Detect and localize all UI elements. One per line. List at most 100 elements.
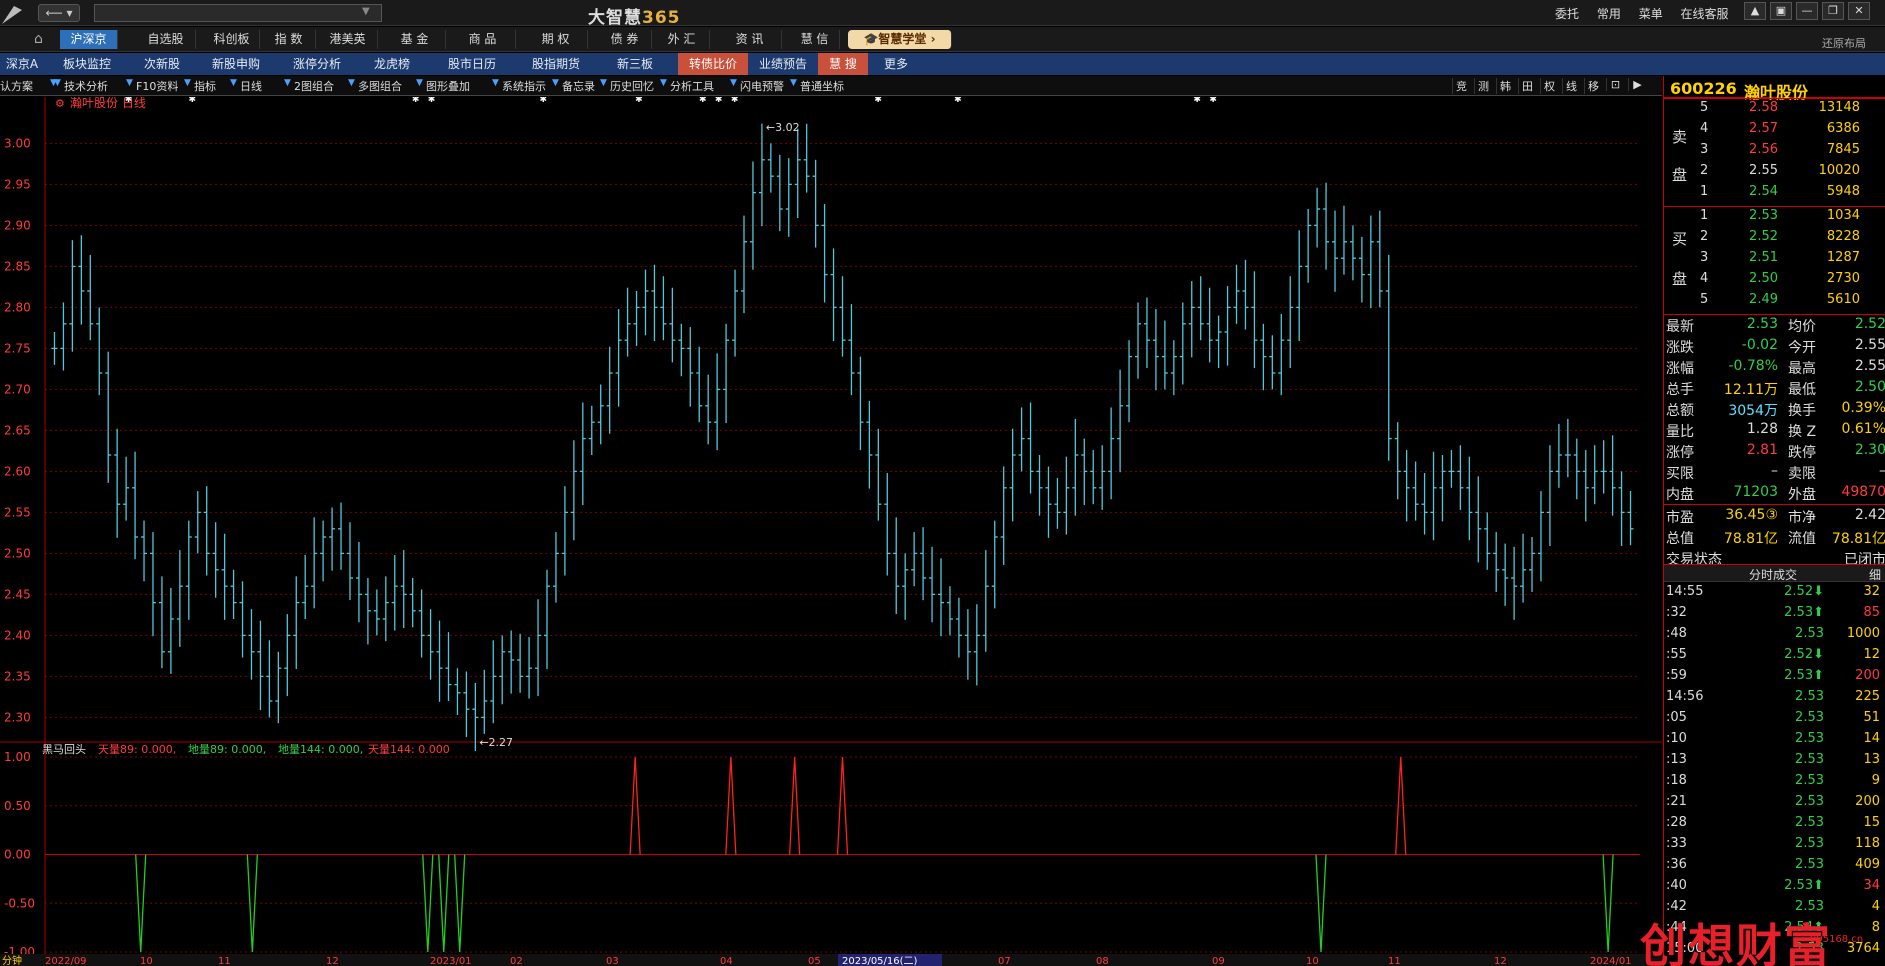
sub-tab[interactable]: 新三板 (604, 53, 666, 75)
dropdown-arrow-icon[interactable]: ▼ (184, 78, 191, 88)
tick-row[interactable]: :33 2.53 118 (1664, 836, 1885, 857)
event-marker-icon[interactable]: ✱ (874, 97, 882, 105)
toolbar-item[interactable]: 备忘录 (562, 78, 595, 94)
chevron-down-icon[interactable]: ▼ (362, 6, 370, 17)
tick-row[interactable]: :28 2.53 15 (1664, 815, 1885, 836)
toolbar-right-item[interactable]: 测 (1474, 78, 1492, 94)
dropdown-arrow-icon[interactable]: ▼ (54, 78, 61, 88)
dropdown-arrow-icon[interactable]: ▼ (552, 78, 559, 88)
event-marker-icon[interactable]: ✱ (539, 97, 547, 105)
toolbar-item[interactable]: 分析工具 (670, 78, 714, 94)
toolbar-item[interactable]: 多图组合 (358, 78, 402, 94)
market-tab[interactable]: 期 权 (524, 30, 588, 49)
maximize-button[interactable]: ❐ (1822, 2, 1844, 20)
ticks-detail-button[interactable]: 细 (1869, 566, 1881, 583)
market-tab[interactable]: 外 汇 (654, 30, 710, 49)
market-tab[interactable]: 慧 信 (790, 30, 840, 49)
toolbar-item[interactable]: 2图组合 (294, 78, 334, 94)
tick-row[interactable]: :18 2.53 9 (1664, 773, 1885, 794)
ask-row[interactable]: 4 2.57 6386 (1664, 121, 1885, 142)
market-tab[interactable]: 科创板 (204, 30, 260, 49)
tick-row[interactable]: 14:55 2.52⬇ 32 (1664, 584, 1885, 605)
home-icon[interactable]: ⌂ (34, 31, 52, 47)
dropdown-arrow-icon[interactable]: ▼ (284, 78, 291, 88)
toolbar-item[interactable]: 图形叠加 (426, 78, 470, 94)
toolbar-item[interactable]: 认方案 (0, 78, 33, 94)
bid-row[interactable]: 3 2.51 1287 (1664, 250, 1885, 271)
event-marker-icon[interactable]: ✱ (189, 97, 197, 105)
event-marker-icon[interactable]: ✱ (412, 97, 420, 105)
event-marker-icon[interactable]: ✱ (954, 97, 962, 105)
tick-row[interactable]: 14:56 2.53 225 (1664, 689, 1885, 710)
bid-row[interactable]: 1 2.53 1034 (1664, 208, 1885, 229)
indicator-name[interactable]: 黑马回头 (42, 743, 86, 756)
tick-row[interactable]: :48 2.53 1000 (1664, 626, 1885, 647)
event-marker-icon[interactable]: ✱ (1193, 97, 1201, 105)
ask-row[interactable]: 1 2.54 5948 (1664, 184, 1885, 205)
tick-row[interactable]: :21 2.53 200 (1664, 794, 1885, 815)
sub-tab[interactable]: 次新股 (132, 53, 192, 75)
menu-online-service[interactable]: 在线客服 (1681, 7, 1729, 21)
sub-tab[interactable]: 板块监控 (52, 53, 122, 75)
toolbar-right-item[interactable]: ▶ (1628, 78, 1646, 91)
sub-tab[interactable]: 新股申购 (200, 53, 272, 75)
event-marker-icon[interactable]: ✱ (715, 97, 723, 105)
sub-tab[interactable]: 龙虎榜 (362, 53, 422, 75)
sub-tab[interactable]: 涨停分析 (280, 53, 354, 75)
bid-row[interactable]: 5 2.49 5610 (1664, 292, 1885, 313)
close-button[interactable]: ✕ (1848, 2, 1870, 20)
sub-tab[interactable]: 股指期货 (518, 53, 594, 75)
tick-row[interactable]: :13 2.53 13 (1664, 752, 1885, 773)
dropdown-arrow-icon[interactable]: ▼ (730, 78, 737, 88)
bid-row[interactable]: 2 2.52 8228 (1664, 229, 1885, 250)
tick-row[interactable]: :32 2.53⬆ 85 (1664, 605, 1885, 626)
ask-row[interactable]: 3 2.56 7845 (1664, 142, 1885, 163)
layout-icon[interactable]: ▣ (1770, 2, 1792, 20)
tick-row[interactable]: :55 2.52⬇ 12 (1664, 647, 1885, 668)
back-forward-button[interactable]: ⟵ ▾ (38, 4, 80, 22)
event-marker-icon[interactable]: ✱ (731, 97, 739, 105)
market-tab[interactable]: 指 数 (262, 30, 316, 49)
event-marker-icon[interactable]: ✱ (635, 97, 643, 105)
menu-main[interactable]: 菜单 (1639, 7, 1663, 21)
sub-tab[interactable]: 深京A (0, 53, 44, 75)
ticks-title[interactable]: 分时成交 (1749, 566, 1797, 583)
toolbar-right-item[interactable]: 线 (1562, 78, 1580, 94)
market-tab[interactable]: 港美英 (318, 30, 378, 49)
toolbar-item[interactable]: 日线 (240, 78, 262, 94)
event-marker-icon[interactable]: ✱ (125, 97, 133, 105)
tick-row[interactable]: :40 2.53⬆ 34 (1664, 878, 1885, 899)
market-tab[interactable]: 自选股 (136, 30, 196, 49)
event-marker-icon[interactable]: ✱ (1209, 97, 1217, 105)
dropdown-arrow-icon[interactable]: ▼ (230, 78, 237, 88)
stock-code[interactable]: 600226 (1670, 79, 1737, 98)
minimize-button[interactable]: — (1796, 2, 1818, 20)
dropdown-arrow-icon[interactable]: ▼ (600, 78, 607, 88)
dropdown-arrow-icon[interactable]: ▼ (126, 78, 133, 88)
toolbar-item[interactable]: 闪电预警 (740, 78, 784, 94)
toolbar-item[interactable]: 普通坐标 (800, 78, 844, 94)
toolbar-right-item[interactable]: 韩 (1496, 78, 1514, 94)
ask-row[interactable]: 5 2.58 13148 (1664, 100, 1885, 121)
menu-common[interactable]: 常用 (1597, 7, 1621, 21)
kline-chart[interactable]: 3.00 2.95 2.90 2.85 2.80 2.75 2.70 2.65 2.60 2.55… (0, 97, 1662, 966)
sub-tab[interactable]: 慧 搜 (818, 53, 868, 75)
toolbar-right-item[interactable]: 权 (1540, 78, 1558, 94)
dropdown-arrow-icon[interactable]: ▼ (790, 78, 797, 88)
dropdown-arrow-icon[interactable]: ▼ (492, 78, 499, 88)
sub-tab[interactable]: 股市日历 (432, 53, 512, 75)
toolbar-item[interactable]: 系统指示 (502, 78, 546, 94)
menu-entrust[interactable]: 委托 (1555, 7, 1579, 21)
dropdown-arrow-icon[interactable]: ▼ (660, 78, 667, 88)
toolbar-right-item[interactable]: 竞 (1452, 78, 1470, 94)
market-tab[interactable]: 商 品 (450, 30, 516, 49)
event-marker-icon[interactable]: ✱ (699, 97, 707, 105)
tick-row[interactable]: :36 2.53 409 (1664, 857, 1885, 878)
toolbar-item[interactable]: 指标 (194, 78, 216, 94)
market-tab[interactable]: 基 金 (384, 30, 446, 49)
market-tab[interactable]: 资 讯 (718, 30, 782, 49)
sub-tab[interactable]: 转债比价 (678, 53, 748, 75)
sub-tab[interactable]: 业绩预告 (752, 53, 814, 75)
search-input[interactable] (94, 4, 382, 22)
toolbar-item[interactable]: F10资料 (136, 78, 178, 94)
